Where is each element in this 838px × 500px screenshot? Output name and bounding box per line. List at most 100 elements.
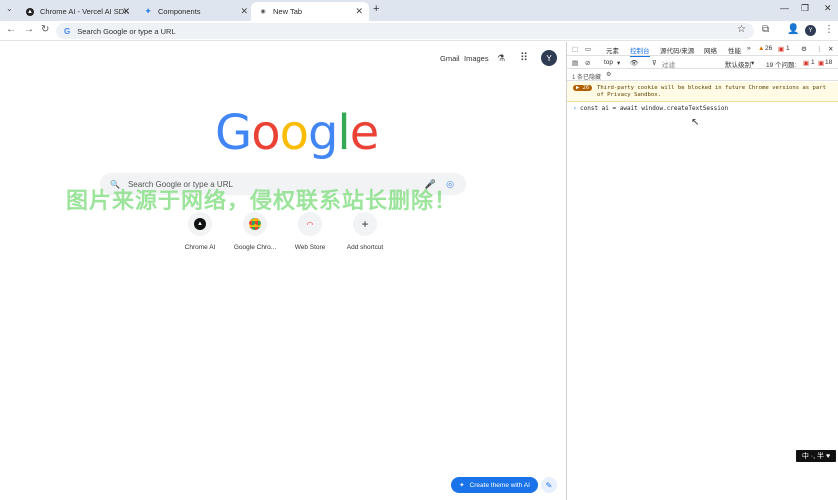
customize-pencil-icon[interactable]: ✎ — [541, 477, 557, 493]
close-icon[interactable]: ✕ — [355, 6, 363, 17]
back-icon[interactable]: ← — [6, 24, 16, 35]
create-theme-label: Create theme with AI — [469, 481, 530, 489]
maximize-icon[interactable]: ❐ — [801, 3, 809, 14]
warning-text: Third-party cookie will be blocked in fu… — [597, 85, 827, 98]
shortcut-add[interactable]: + Add shortcut — [335, 212, 395, 251]
shortcut-label: Web Store — [294, 244, 326, 251]
close-icon[interactable]: ✕ — [122, 6, 130, 17]
warning-badge: ▶ 26 — [573, 85, 593, 91]
labs-flask-icon[interactable]: ⚗ — [497, 53, 505, 64]
tab-label: Components — [158, 7, 201, 16]
logo-letter: G — [215, 105, 252, 161]
vercel-triangle-icon: ▲ — [188, 212, 212, 236]
warning-icon: ▲ — [758, 45, 765, 52]
apps-grid-icon[interactable]: ⠿ — [520, 51, 528, 64]
tab-chrome-ai[interactable]: ▲ Chrome AI - Vercel AI SDK ✕ — [18, 2, 136, 21]
context-select[interactable]: top — [604, 59, 613, 66]
error-count: 1 — [786, 45, 790, 52]
chrome-icon: ◉ — [260, 9, 266, 15]
filter-icon: ⊽ — [652, 60, 657, 67]
minimize-icon[interactable]: — — [780, 3, 789, 13]
title-bar: ⌄ ▲ Chrome AI - Vercel AI SDK ✕ ✚ Compon… — [0, 0, 838, 21]
tab-components[interactable]: ✚ Components ✕ — [136, 2, 254, 21]
close-devtools-icon[interactable]: ✕ — [828, 45, 833, 53]
chrome-icon — [243, 212, 267, 236]
prompt-chevron-icon: › — [573, 105, 577, 112]
issue-warn-icon: ▣ — [818, 60, 825, 67]
console-settings-icon[interactable]: ⚙ — [606, 71, 611, 78]
tab-label: New Tab — [273, 7, 303, 16]
google-logo: Google — [215, 105, 380, 161]
close-window-icon[interactable]: ✕ — [824, 3, 832, 14]
more-tabs-icon[interactable]: » — [747, 45, 751, 52]
create-theme-button[interactable]: ✦ Create theme with AI — [451, 477, 538, 493]
browser-toolbar: ← → ↻ G Search Google or type a URL ☆ ⧉ … — [0, 21, 838, 41]
tab-new-tab[interactable]: ◉ New Tab ✕ — [251, 2, 369, 21]
console-input[interactable]: › const ai = await window.createTextSess… — [567, 103, 838, 115]
warning-badge-count: 26 — [582, 85, 590, 91]
images-link[interactable]: Images — [464, 54, 489, 63]
omnibox-placeholder: Search Google or type a URL — [77, 26, 176, 36]
web-store-icon: ◠ — [298, 212, 322, 236]
chevron-down-icon[interactable]: ▾ — [617, 59, 620, 67]
google-g-icon: G — [64, 26, 71, 36]
console-input-code[interactable]: const ai = await window.createTextSessio… — [580, 105, 728, 112]
chevron-down-icon[interactable]: ▾ — [751, 59, 754, 67]
avatar-small[interactable]: Y — [805, 25, 816, 36]
menu-kebab-icon[interactable]: ⋮ — [824, 24, 834, 35]
issue-error-count: 1 — [811, 59, 815, 66]
vercel-triangle-icon: ▲ — [26, 7, 34, 16]
shortcut-chrome-ai[interactable]: ▲ Chrome AI — [170, 212, 230, 251]
sidebar-toggle-icon[interactable]: ▤ — [572, 59, 578, 67]
gmail-link[interactable]: Gmail — [440, 54, 460, 63]
clear-console-icon[interactable]: ⊘ — [585, 59, 590, 67]
devtools-tabbar: ⬚ ▭ 元素 控制台 源代码/来源 网络 性能 » ▲ 26 ▣ 1 ⚙ ⋮ ✕ — [567, 42, 838, 57]
shortcut-google-chrome[interactable]: Google Chro... — [225, 212, 285, 251]
watermark-text: 图片来源于网络，侵权联系站长删除！ — [66, 188, 458, 213]
logo-letter: e — [349, 105, 380, 161]
new-tab-page: Gmail Images ⚗ ⠿ Y Google 🔍 Search Googl… — [0, 42, 566, 500]
device-toolbar-icon[interactable]: ▭ — [585, 45, 591, 53]
tab-sources[interactable]: 源代码/来源 — [660, 45, 694, 55]
bookmark-star-icon[interactable]: ☆ — [737, 24, 746, 35]
devtools-menu-icon[interactable]: ⋮ — [816, 45, 823, 53]
sparkle-icon: ✦ — [459, 482, 465, 489]
avatar[interactable]: Y — [541, 50, 557, 66]
shortcut-web-store[interactable]: ◠ Web Store — [280, 212, 340, 251]
shortcut-label: Chrome AI — [184, 244, 216, 251]
omnibox[interactable]: G Search Google or type a URL — [56, 23, 754, 39]
issues-label[interactable]: 19 个问题: — [766, 59, 796, 69]
close-icon[interactable]: ✕ — [240, 6, 248, 17]
log-level-select[interactable]: 默认级别 — [725, 59, 751, 69]
issue-warn-count: 18 — [825, 59, 833, 66]
shortcut-label: Add shortcut — [346, 244, 384, 251]
logo-letter: o — [251, 105, 280, 161]
ime-indicator[interactable]: 中 ·, 半 ♥ — [796, 450, 836, 462]
settings-gear-icon[interactable]: ⚙ — [801, 45, 807, 53]
devtools-panel: ⬚ ▭ 元素 控制台 源代码/来源 网络 性能 » ▲ 26 ▣ 1 ⚙ ⋮ ✕… — [566, 42, 838, 500]
console-filterbar: ▤ ⊘ top ▾ 👁 ⊽ 过滤 默认级别 ▾ 19 个问题: ▣ 1 ▣ 18 — [567, 56, 838, 69]
logo-letter: g — [307, 105, 338, 161]
issue-error-icon: ▣ — [803, 60, 810, 67]
shortcut-label: Google Chro... — [233, 244, 277, 251]
plus-icon: + — [353, 212, 377, 236]
hidden-count: 1 条已隐藏 — [572, 75, 602, 81]
tab-network[interactable]: 网络 — [704, 45, 717, 55]
warning-count: 26 — [765, 45, 773, 52]
tab-performance[interactable]: 性能 — [728, 45, 741, 55]
forward-icon[interactable]: → — [24, 24, 34, 35]
live-expression-eye-icon[interactable]: 👁 — [630, 59, 638, 67]
reload-icon[interactable]: ↻ — [41, 24, 49, 35]
new-tab-plus-icon[interactable]: + — [373, 3, 379, 15]
extensions-icon[interactable]: ⧉ — [762, 24, 769, 35]
error-icon: ▣ — [778, 46, 785, 53]
profile-icon[interactable]: 👤 — [787, 24, 799, 35]
filter-input[interactable]: 过滤 — [662, 59, 675, 69]
tab-elements[interactable]: 元素 — [606, 45, 619, 55]
hidden-messages-bar: 1 条已隐藏 ⚙ — [567, 69, 838, 81]
console-warning-message: ▶ 26 Third-party cookie will be blocked … — [567, 82, 838, 102]
inspect-icon[interactable]: ⬚ — [572, 45, 578, 53]
logo-letter: o — [279, 105, 309, 161]
tab-label: Chrome AI - Vercel AI SDK — [40, 7, 130, 16]
tab-search-icon[interactable]: ⌄ — [6, 4, 13, 13]
